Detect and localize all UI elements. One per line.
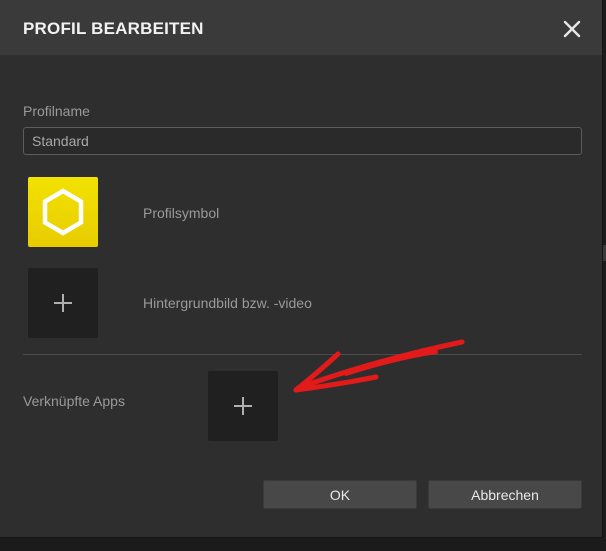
background-label: Hintergrundbild bzw. -video [143, 295, 312, 311]
edit-profile-dialog: PROFIL BEARBEITEN Profilname Profilsymbo… [0, 0, 603, 538]
profile-name-label: Profilname [23, 103, 90, 119]
add-background-button[interactable] [28, 268, 98, 338]
dialog-title: PROFIL BEARBEITEN [23, 19, 204, 38]
hexagon-icon [42, 188, 84, 236]
linked-apps-label: Verknüpfte Apps [23, 393, 125, 409]
close-button[interactable] [561, 18, 583, 40]
profile-symbol-label: Profilsymbol [143, 205, 220, 221]
plus-icon [54, 294, 72, 312]
dialog-titlebar: PROFIL BEARBEITEN [0, 0, 602, 55]
cancel-button[interactable]: Abbrechen [428, 480, 582, 509]
close-icon [563, 20, 581, 38]
profile-symbol-button[interactable] [28, 177, 98, 247]
profile-name-input[interactable] [23, 127, 582, 155]
red-arrow-annotation [293, 339, 465, 393]
ok-button[interactable]: OK [263, 480, 417, 509]
plus-icon [234, 397, 252, 415]
add-linked-app-button[interactable] [208, 371, 278, 441]
